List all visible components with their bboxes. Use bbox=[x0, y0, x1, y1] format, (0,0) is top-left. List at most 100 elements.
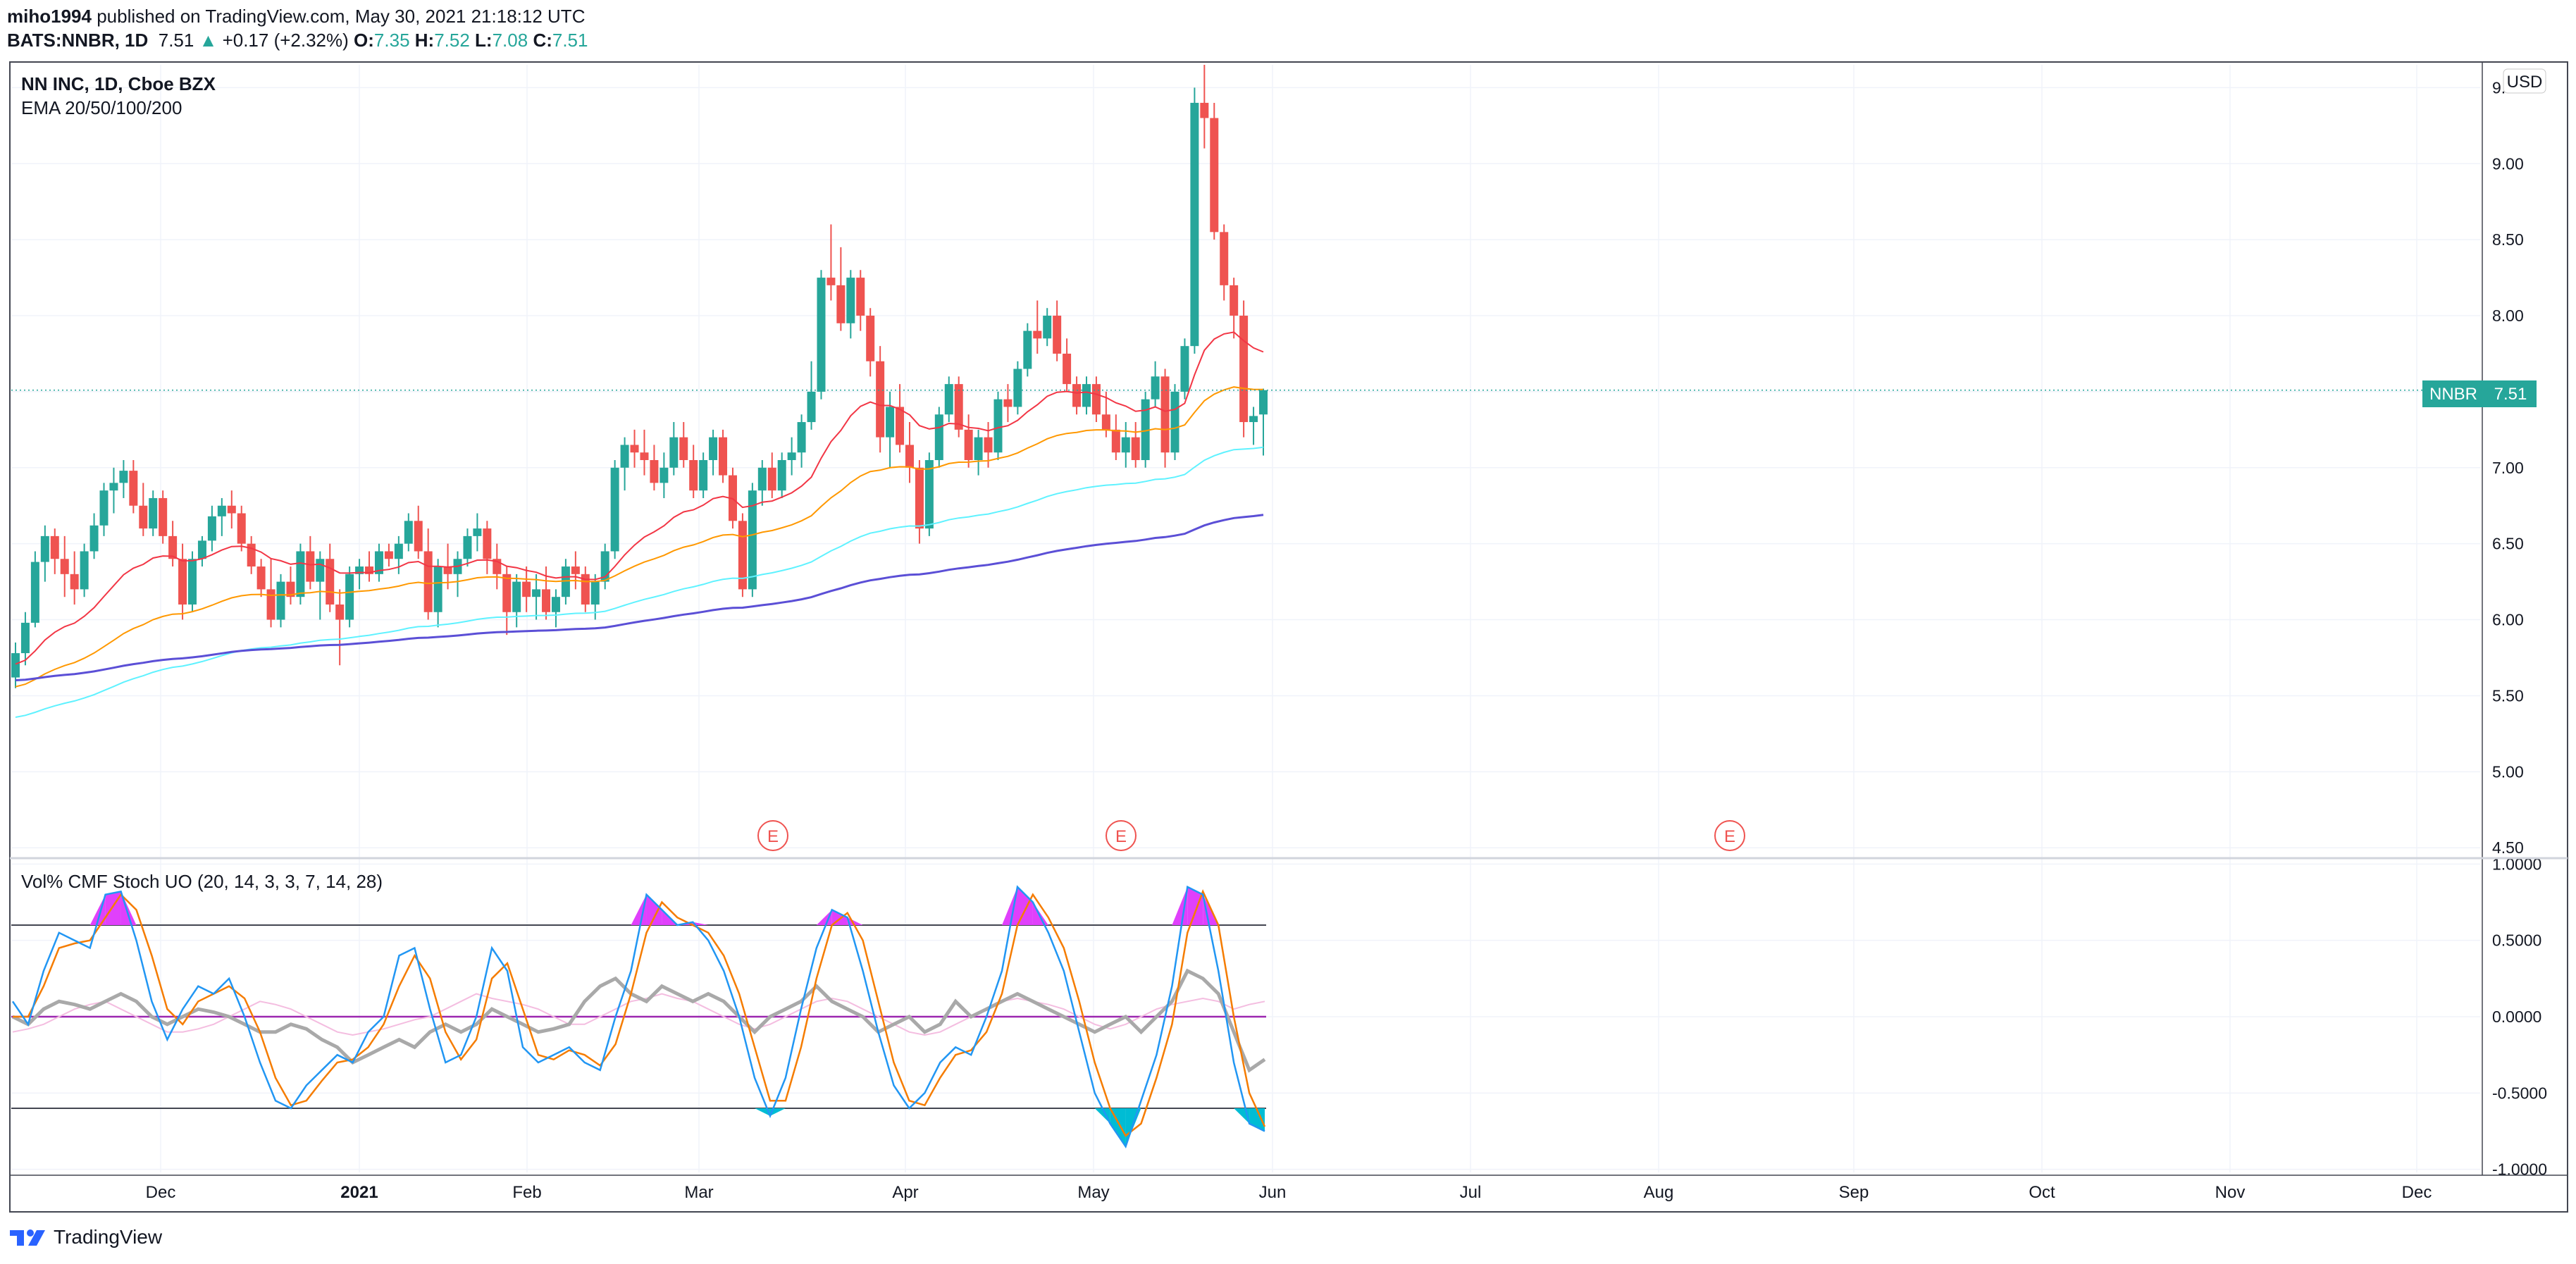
candle-body bbox=[1043, 316, 1052, 339]
earnings-marker: E bbox=[757, 820, 788, 851]
candle-body bbox=[522, 581, 531, 597]
candle-body bbox=[139, 505, 148, 529]
candle-body bbox=[1210, 118, 1219, 233]
oscillator-legend: Vol% CMF Stoch UO (20, 14, 3, 3, 7, 14, … bbox=[21, 871, 383, 892]
time-tick-label: Dec bbox=[146, 1183, 176, 1202]
candle-body bbox=[1180, 346, 1189, 392]
price-tick-label: 9.00 bbox=[2492, 154, 2524, 173]
osc-tick-label: 0.0000 bbox=[2492, 1008, 2541, 1026]
candle-body bbox=[934, 414, 943, 460]
candle-body bbox=[129, 471, 138, 506]
candle-body bbox=[1259, 390, 1268, 415]
candle-body bbox=[620, 445, 629, 468]
price-marks: 4.505.005.506.006.507.007.508.008.509.00… bbox=[11, 65, 2524, 1202]
candle-body bbox=[159, 497, 168, 536]
candle-body bbox=[99, 490, 109, 526]
candle-body bbox=[50, 535, 59, 559]
candle-body bbox=[876, 361, 885, 438]
candle-body bbox=[70, 574, 79, 590]
time-tick-label: Jun bbox=[1259, 1183, 1287, 1202]
candle-body bbox=[404, 521, 413, 544]
osc-tick-label: 0.5000 bbox=[2492, 931, 2541, 950]
candle-body bbox=[188, 559, 197, 605]
candle-body bbox=[89, 525, 99, 552]
candle-body bbox=[846, 278, 855, 323]
candle-body bbox=[944, 384, 953, 415]
time-tick-label: Dec bbox=[2402, 1183, 2432, 1202]
overbought-fill bbox=[1002, 886, 1017, 925]
price-tick-label: 5.00 bbox=[2492, 762, 2524, 781]
time-tick-label: Sep bbox=[1839, 1183, 1869, 1202]
candle-body bbox=[306, 551, 315, 582]
ema-100-line bbox=[15, 446, 1264, 718]
candle-body bbox=[256, 566, 266, 590]
candle-body bbox=[512, 581, 521, 612]
candle-body bbox=[954, 384, 963, 430]
candle-body bbox=[886, 407, 895, 438]
candle-body bbox=[414, 521, 423, 552]
candle-body bbox=[1091, 384, 1101, 415]
candle-body bbox=[630, 445, 639, 453]
price-tick-label: 6.00 bbox=[2492, 611, 2524, 629]
time-tick-label: May bbox=[1077, 1183, 1109, 1202]
candle-body bbox=[984, 437, 993, 453]
candle-body bbox=[394, 543, 403, 559]
candle-body bbox=[836, 285, 846, 323]
price-tick-label: 7.00 bbox=[2492, 459, 2524, 477]
candle-body bbox=[463, 535, 472, 559]
tradingview-brand[interactable]: TradingView bbox=[8, 1223, 162, 1251]
candle-body bbox=[1003, 399, 1013, 407]
candle-body bbox=[964, 429, 973, 460]
candle-body bbox=[1170, 391, 1179, 453]
candle-body bbox=[423, 551, 433, 612]
candle-body bbox=[207, 516, 216, 541]
candle-body bbox=[1121, 437, 1130, 453]
earnings-label: E bbox=[1115, 827, 1127, 846]
earnings-label: E bbox=[1724, 827, 1735, 846]
candle-body bbox=[757, 467, 767, 491]
candle-body bbox=[640, 452, 649, 460]
candle-body bbox=[650, 460, 659, 483]
candle-body bbox=[660, 467, 669, 483]
candle-body bbox=[345, 574, 354, 620]
tradingview-logo-icon bbox=[10, 1229, 45, 1246]
candle-body bbox=[699, 460, 708, 491]
candle-body bbox=[119, 471, 128, 483]
time-tick-label: Oct bbox=[2029, 1183, 2055, 1202]
candle-body bbox=[866, 316, 875, 361]
chart-canvas[interactable]: 4.505.005.506.006.507.007.508.008.509.00… bbox=[0, 0, 2576, 1264]
earnings-marker: E bbox=[1106, 820, 1137, 851]
candle-body bbox=[551, 597, 560, 612]
candle-body bbox=[1230, 285, 1239, 316]
overbought-fill bbox=[646, 894, 662, 925]
osc-tick-label: -0.5000 bbox=[2492, 1084, 2547, 1102]
time-tick-label: Feb bbox=[512, 1183, 541, 1202]
candle-body bbox=[227, 505, 236, 514]
price-tag-symbol: NNBR bbox=[2429, 385, 2477, 404]
candle-body bbox=[1013, 368, 1022, 407]
candle-body bbox=[473, 528, 482, 536]
last-price-tag: NNBR 7.51 bbox=[2422, 380, 2537, 407]
price-tag-value: 7.51 bbox=[2494, 385, 2527, 404]
candle-body bbox=[1023, 330, 1032, 369]
candle-body bbox=[30, 562, 39, 623]
candle-body bbox=[542, 589, 551, 612]
time-tick-label: Mar bbox=[684, 1183, 713, 1202]
candle-body bbox=[1151, 376, 1160, 399]
candle-body bbox=[1033, 330, 1042, 339]
candle-body bbox=[571, 566, 580, 574]
time-tick-label: Jul bbox=[1460, 1183, 1482, 1202]
candle-body bbox=[993, 399, 1003, 453]
candle-body bbox=[669, 437, 679, 468]
time-tick-label: 2021 bbox=[340, 1183, 378, 1202]
time-tick-label: Aug bbox=[1644, 1183, 1674, 1202]
candle-body bbox=[335, 604, 345, 620]
candle-body bbox=[777, 460, 786, 491]
candle-body bbox=[1131, 437, 1140, 460]
candle-body bbox=[590, 581, 600, 605]
candle-body bbox=[266, 589, 275, 620]
candle-body bbox=[1063, 353, 1072, 385]
candle-body bbox=[237, 513, 246, 544]
candle-body bbox=[60, 559, 69, 574]
candle-body bbox=[178, 559, 187, 605]
